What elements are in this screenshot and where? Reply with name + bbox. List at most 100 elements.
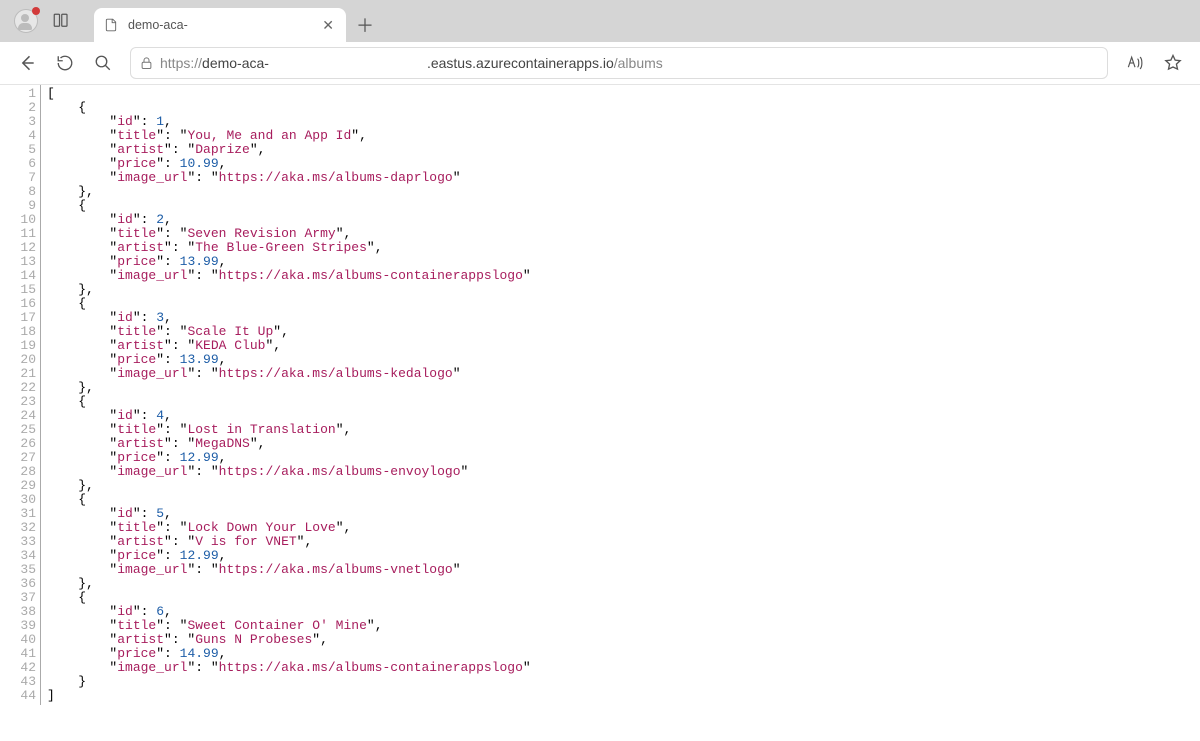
json-viewer: 1234567891011121314151617181920212223242… <box>0 85 1200 705</box>
line-number: 43 <box>10 675 36 689</box>
json-line: }, <box>47 381 531 395</box>
line-number: 15 <box>10 283 36 297</box>
line-number: 40 <box>10 633 36 647</box>
site-info-icon[interactable] <box>139 56 154 71</box>
line-number: 33 <box>10 535 36 549</box>
json-line: "price": 13.99, <box>47 255 531 269</box>
profile-avatar[interactable] <box>14 9 38 33</box>
refresh-button[interactable] <box>48 46 82 80</box>
line-number: 21 <box>10 367 36 381</box>
json-line: { <box>47 297 531 311</box>
json-line: "image_url": "https://aka.ms/albums-envo… <box>47 465 531 479</box>
json-line: "image_url": "https://aka.ms/albums-dapr… <box>47 171 531 185</box>
json-line: { <box>47 395 531 409</box>
address-bar[interactable]: https:// demo-aca- .eastus.azurecontaine… <box>130 47 1108 79</box>
json-line: "artist": "Daprize", <box>47 143 531 157</box>
tab-title: demo-aca- <box>128 18 310 32</box>
json-line: { <box>47 591 531 605</box>
back-button[interactable] <box>10 46 44 80</box>
json-line: "title": "Seven Revision Army", <box>47 227 531 241</box>
line-number: 34 <box>10 549 36 563</box>
line-number: 8 <box>10 185 36 199</box>
json-line: "artist": "KEDA Club", <box>47 339 531 353</box>
notification-dot-icon <box>32 7 40 15</box>
line-number: 9 <box>10 199 36 213</box>
json-line: }, <box>47 479 531 493</box>
url-path: /albums <box>614 55 663 71</box>
json-line: "title": "Scale It Up", <box>47 325 531 339</box>
line-number: 17 <box>10 311 36 325</box>
json-line: "id": 3, <box>47 311 531 325</box>
line-number: 38 <box>10 605 36 619</box>
workspaces-icon[interactable] <box>52 12 70 30</box>
json-line: "price": 10.99, <box>47 157 531 171</box>
json-line: "artist": "MegaDNS", <box>47 437 531 451</box>
line-number: 36 <box>10 577 36 591</box>
json-line: "image_url": "https://aka.ms/albums-vnet… <box>47 563 531 577</box>
titlebar-left <box>6 0 78 42</box>
json-line: }, <box>47 185 531 199</box>
line-number: 44 <box>10 689 36 703</box>
line-number: 19 <box>10 339 36 353</box>
favorite-button[interactable] <box>1156 46 1190 80</box>
line-number: 23 <box>10 395 36 409</box>
line-number: 13 <box>10 255 36 269</box>
line-number: 24 <box>10 409 36 423</box>
json-line: "image_url": "https://aka.ms/albums-keda… <box>47 367 531 381</box>
line-number: 29 <box>10 479 36 493</box>
json-line: } <box>47 675 531 689</box>
line-number: 1 <box>10 87 36 101</box>
line-number-gutter: 1234567891011121314151617181920212223242… <box>0 85 41 705</box>
line-number: 12 <box>10 241 36 255</box>
line-number: 14 <box>10 269 36 283</box>
json-line: "artist": "The Blue-Green Stripes", <box>47 241 531 255</box>
line-number: 4 <box>10 129 36 143</box>
tab-strip: demo-aca- ✕ ＋ <box>94 0 382 42</box>
line-number: 11 <box>10 227 36 241</box>
line-number: 3 <box>10 115 36 129</box>
json-line: "artist": "V is for VNET", <box>47 535 531 549</box>
url-host-rest: .eastus.azurecontainerapps.io <box>427 55 614 71</box>
read-aloud-button[interactable] <box>1118 46 1152 80</box>
json-line: "artist": "Guns N Probeses", <box>47 633 531 647</box>
titlebar: demo-aca- ✕ ＋ <box>0 0 1200 42</box>
json-line: "title": "You, Me and an App Id", <box>47 129 531 143</box>
line-number: 39 <box>10 619 36 633</box>
line-number: 22 <box>10 381 36 395</box>
json-line: { <box>47 101 531 115</box>
json-line: "id": 6, <box>47 605 531 619</box>
url-scheme: https:// <box>160 55 202 71</box>
line-number: 28 <box>10 465 36 479</box>
toolbar: https:// demo-aca- .eastus.azurecontaine… <box>0 42 1200 85</box>
page-content: 1234567891011121314151617181920212223242… <box>0 85 1200 741</box>
line-number: 10 <box>10 213 36 227</box>
line-number: 42 <box>10 661 36 675</box>
line-number: 20 <box>10 353 36 367</box>
line-number: 30 <box>10 493 36 507</box>
tab-close-button[interactable]: ✕ <box>320 18 336 32</box>
line-number: 26 <box>10 437 36 451</box>
json-line: "id": 5, <box>47 507 531 521</box>
page-icon <box>104 17 118 33</box>
line-number: 5 <box>10 143 36 157</box>
tab-active[interactable]: demo-aca- ✕ <box>94 8 346 42</box>
line-number: 31 <box>10 507 36 521</box>
json-line: { <box>47 493 531 507</box>
json-line: "id": 4, <box>47 409 531 423</box>
line-number: 2 <box>10 101 36 115</box>
line-number: 41 <box>10 647 36 661</box>
json-line: { <box>47 199 531 213</box>
line-number: 7 <box>10 171 36 185</box>
json-line: "title": "Lost in Translation", <box>47 423 531 437</box>
json-line: "image_url": "https://aka.ms/albums-cont… <box>47 661 531 675</box>
line-number: 18 <box>10 325 36 339</box>
line-number: 6 <box>10 157 36 171</box>
json-line: "id": 2, <box>47 213 531 227</box>
url-host-start: demo-aca- <box>202 55 269 71</box>
new-tab-button[interactable]: ＋ <box>348 8 382 42</box>
line-number: 27 <box>10 451 36 465</box>
json-line: }, <box>47 283 531 297</box>
json-line: "price": 14.99, <box>47 647 531 661</box>
search-button[interactable] <box>86 46 120 80</box>
json-line: "title": "Sweet Container O' Mine", <box>47 619 531 633</box>
